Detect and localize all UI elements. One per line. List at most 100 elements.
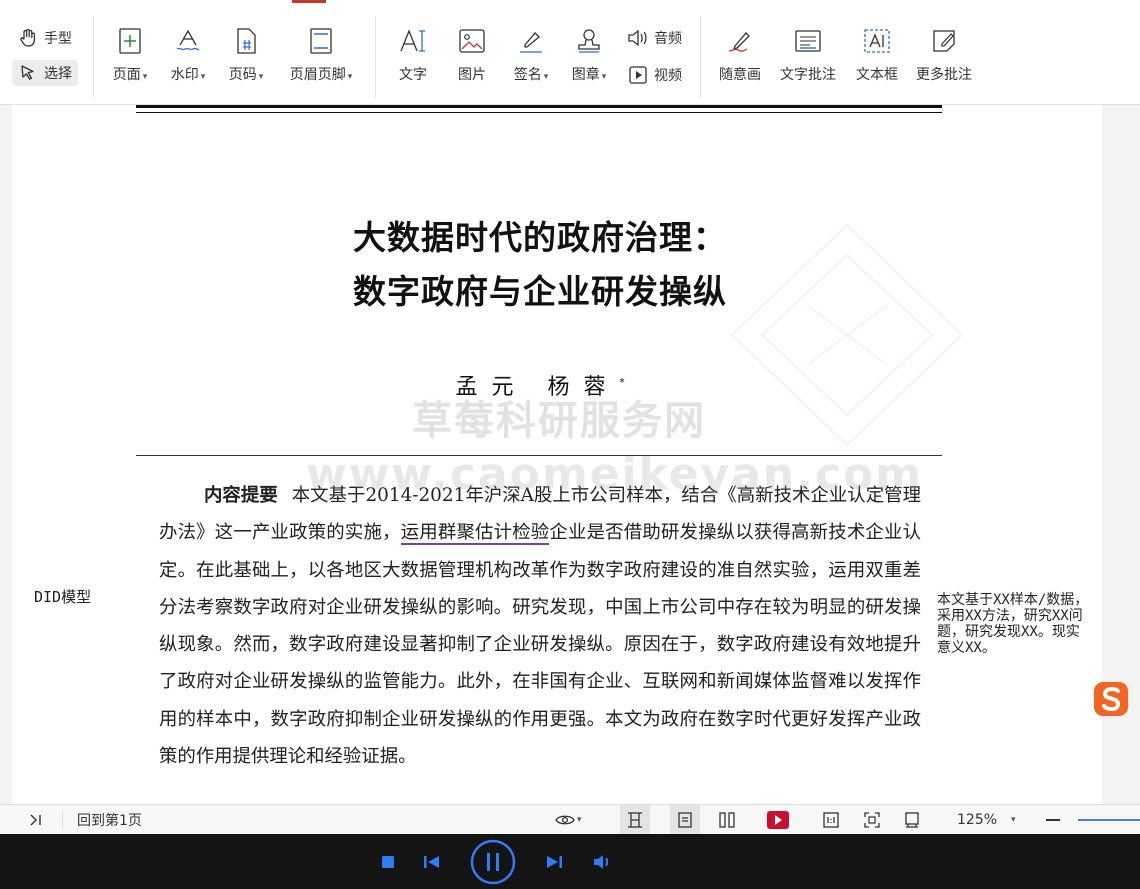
fit-page-button[interactable] [860,805,884,835]
abstract-heading: 内容提要 [204,485,278,506]
video-tool-button[interactable]: 视频 [628,65,682,85]
stamp-tool-button[interactable]: 图章 ▾ [564,27,614,84]
fit-width-icon [628,812,642,828]
textbox-tool-button[interactable]: 文本框 [852,27,902,84]
edit-toolbar: 手型 选择 页面 ▾ 水印 ▾ 页码 ▾ 页眉页脚 ▾ 文字 图片 签名 ▾ 图… [0,0,1140,105]
select-tool-button[interactable]: 选择 [12,60,78,86]
margin-note-right[interactable]: 本文基于XX样本/数据，采用XX方法，研究XX问题，研究发现XX。现实意义XX。 [937,592,1092,656]
status-divider [62,811,63,829]
watermark-text-url: www.caomeikeyan.com [306,449,924,500]
hand-tool-label: 手型 [44,31,72,47]
single-page-button[interactable] [670,805,700,835]
zoom-out-button[interactable] [1044,805,1062,835]
image-icon [459,29,485,53]
stamp-icon [578,29,600,53]
document-viewport[interactable]: 大数据时代的政府治理： 数字政府与企业研发操纵 孟元 杨蓉* 草莓科研服务网 内容… [0,105,1140,804]
audio-tool-label: 音频 [654,31,682,47]
back-to-first-page-label: 回到第1页 [77,813,142,829]
signature-pen-icon [520,32,542,53]
page-number-tool-label: 页码 [228,67,257,83]
double-page-button[interactable] [713,805,741,835]
zoom-level-dropdown[interactable]: 125% ▾ [957,805,1016,835]
video-tool-label: 视频 [654,68,682,84]
text-comment-tool-label: 文字批注 [780,67,836,83]
header-footer-tool-button[interactable]: 页眉页脚 ▾ [282,27,360,84]
skip-previous-icon [424,855,439,868]
chevron-down-icon: ▾ [258,72,264,82]
minus-icon [1046,819,1060,821]
header-rule-thick [136,105,942,108]
text-comment-tool-button[interactable]: 文字批注 [776,27,840,84]
add-image-tool-button[interactable]: 图片 [452,27,492,84]
zoom-level-value: 125% [957,812,998,828]
collapse-sidebar-button[interactable] [28,805,48,835]
more-comments-tool-label: 更多批注 [916,67,972,83]
watermark-icon [176,29,200,51]
chevron-down-icon: ▾ [601,72,607,82]
paper-title-line-2: 数字政府与企业研发操纵 [353,272,727,311]
hand-icon [20,28,36,47]
zoom-slider[interactable] [1078,819,1140,821]
page-number-icon [237,28,256,54]
highlighted-phrase[interactable]: 运用群聚估计检验 [400,522,550,546]
abstract-paragraph[interactable]: 内容提要 本文基于2014-2021年沪深A股上市公司样本，结合《高新技术企业认定… [159,477,921,775]
status-bar: 回到第1页 ▾ 125% ▾ [0,804,1140,835]
header-footer-icon [310,28,332,54]
pause-icon [470,839,516,884]
fit-width-button[interactable] [620,805,650,835]
freehand-tool-button[interactable]: 随意画 [715,27,765,84]
audio-tool-button[interactable]: 音频 [626,28,682,48]
view-mode-dropdown[interactable]: ▾ [555,805,593,835]
textbox-icon [864,29,890,53]
fit-page-icon [864,812,880,828]
chevron-down-icon: ▾ [347,72,353,82]
toolbar-divider [375,16,376,98]
stop-icon [382,855,394,868]
watermark-tool-label: 水印 [170,67,199,83]
double-page-icon [719,812,735,828]
add-image-tool-label: 图片 [458,67,486,83]
more-comments-tool-button[interactable]: 更多批注 [912,27,976,84]
chevron-down-icon: ▾ [577,815,582,825]
stop-button[interactable] [378,834,398,889]
header-rule-thin [136,112,942,113]
signature-tool-label: 签名 [513,67,542,83]
abstract-text-part2: 企业是否借助研发操纵以获得高新技术企业认定。在此基础上，以各地区大数据管理机构改… [159,522,921,768]
page-tool-button[interactable]: 页面 ▾ [106,27,154,84]
chevron-right-bar-icon [30,814,41,826]
more-comments-icon [933,30,955,52]
actual-size-button[interactable] [819,805,843,835]
back-to-first-page-button[interactable]: 回到第1页 [77,805,142,835]
single-page-icon [678,812,692,828]
hand-tool-button[interactable]: 手型 [18,28,72,48]
text-insert-icon [400,29,425,52]
pause-button[interactable] [470,834,516,889]
active-tab-indicator [292,0,326,3]
speaker-icon [628,29,647,47]
pdf-editor-window: 手型 选择 页面 ▾ 水印 ▾ 页码 ▾ 页眉页脚 ▾ 文字 图片 签名 ▾ 图… [0,0,1140,889]
video-play-icon [629,66,647,84]
slideshow-play-button[interactable] [764,805,792,835]
page-number-tool-button[interactable]: 页码 ▾ [222,27,270,84]
signature-tool-button[interactable]: 签名 ▾ [506,27,556,84]
watermark-tool-button[interactable]: 水印 ▾ [164,27,212,84]
freehand-tool-label: 随意画 [719,67,761,83]
chevron-down-icon: ▾ [200,72,206,82]
pdf-page[interactable]: 大数据时代的政府治理： 数字政府与企业研发操纵 孟元 杨蓉* 草莓科研服务网 内容… [12,105,1102,804]
pencil-draw-icon [728,32,750,52]
video-player-controls [0,834,1140,889]
margin-note-left[interactable]: DID模型 [34,586,91,607]
toolbar-divider [93,16,94,98]
add-text-tool-button[interactable]: 文字 [393,27,433,84]
next-button[interactable] [544,834,564,889]
rotate-page-icon [905,812,919,828]
chevron-down-icon: ▾ [543,72,549,82]
textbox-tool-label: 文本框 [856,67,898,83]
previous-button[interactable] [422,834,442,889]
toolbar-divider [700,16,701,98]
text-comment-icon [795,30,821,52]
rotate-button[interactable] [900,805,924,835]
volume-button[interactable] [592,834,614,889]
ime-input-method-icon[interactable] [1091,679,1131,719]
watermark-text-cn: 草莓科研服务网 [412,398,706,444]
